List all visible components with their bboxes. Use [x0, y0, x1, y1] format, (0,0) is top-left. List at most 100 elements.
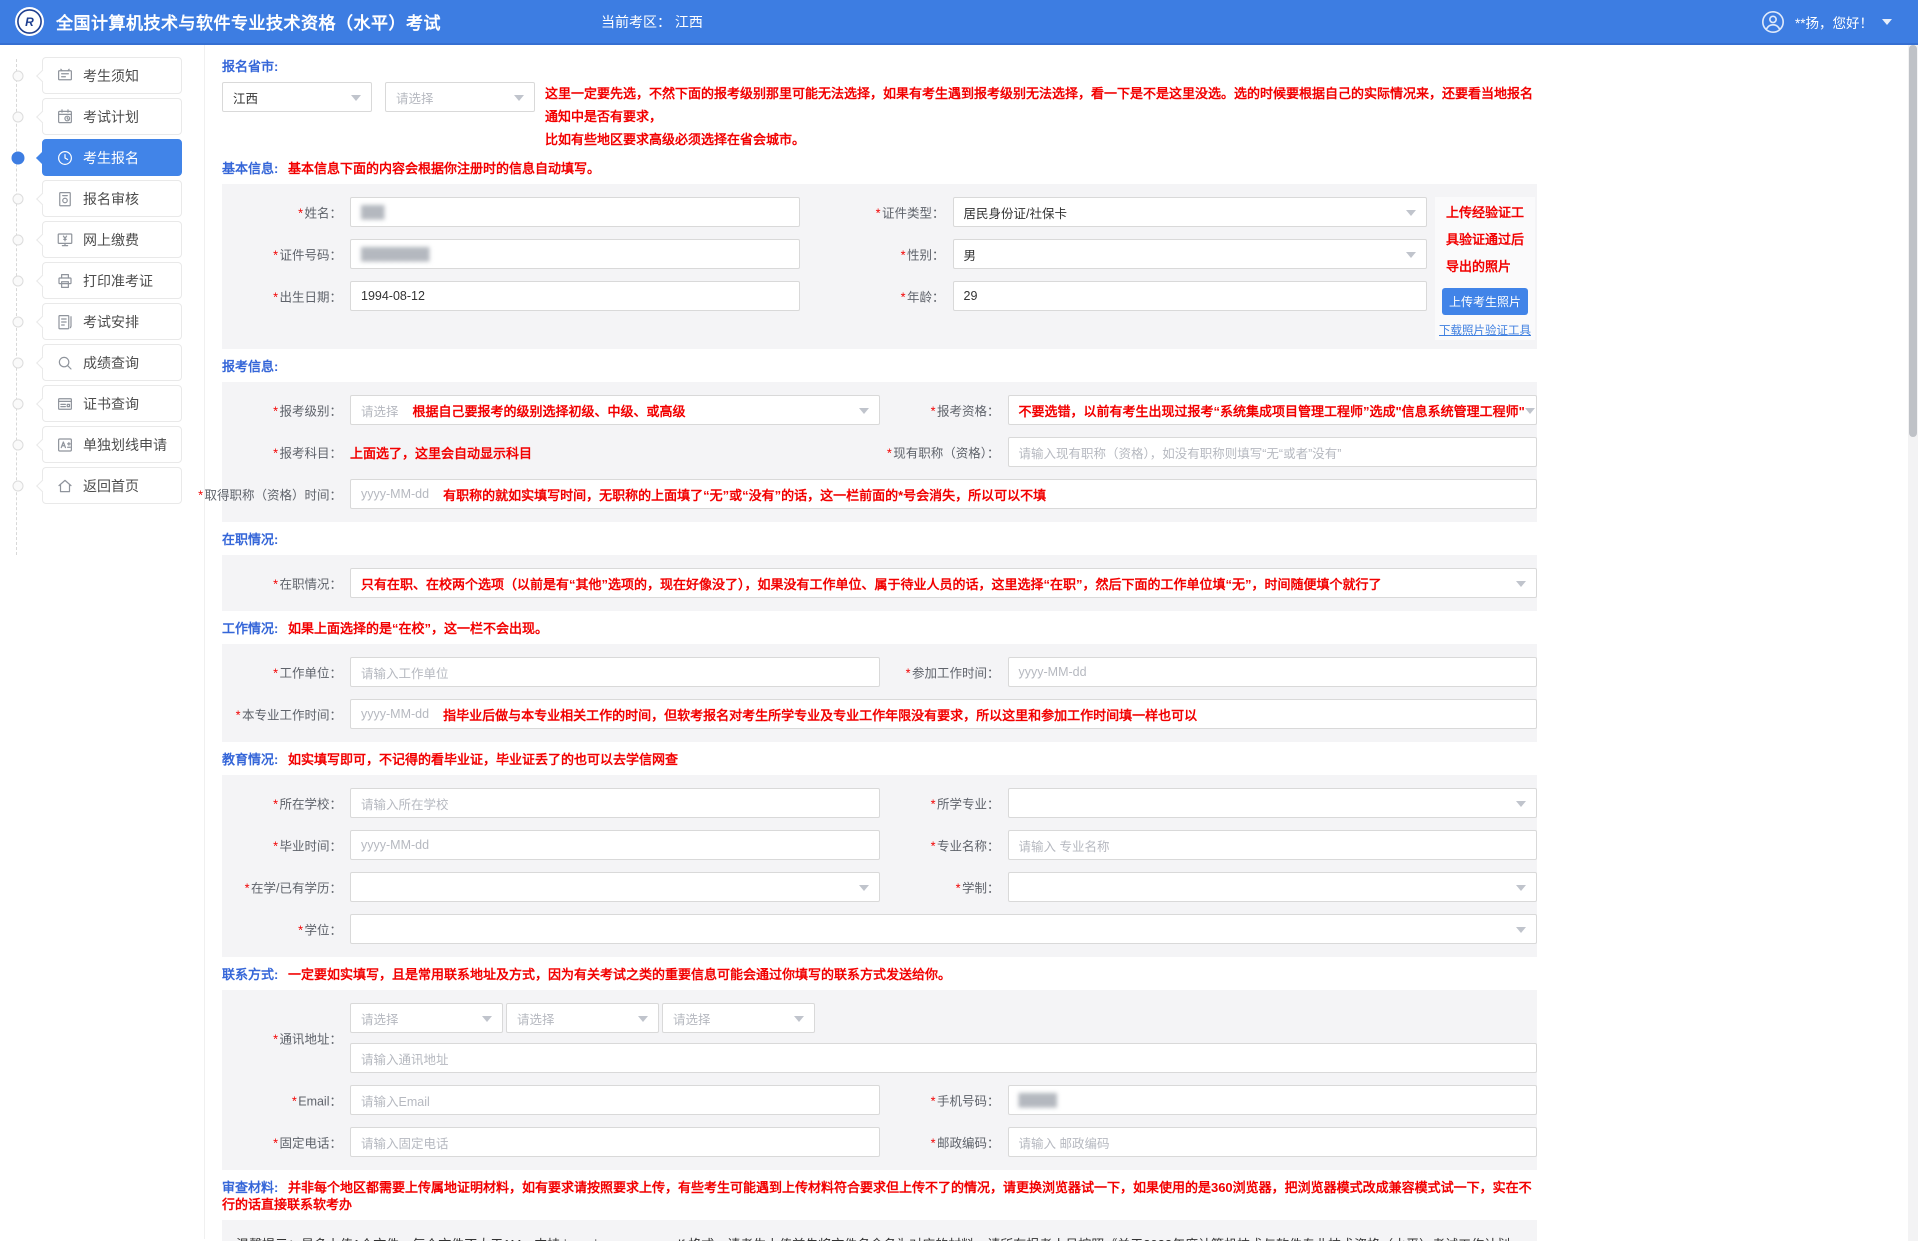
photo-upload-area: 上传经验证工 具验证通过后 导出的照片 上传考生照片 下载照片验证工具: [1435, 197, 1535, 340]
upload-tips-text: 温馨提示：最多上传1个文件，每个文件不大于1M，支持 jpg、jpeg、png、…: [236, 1233, 1520, 1241]
apply-level-select[interactable]: 请选择 根据自己要报考的级别选择初级、中级、或高级: [350, 395, 880, 425]
city-select[interactable]: 请选择: [385, 82, 535, 112]
address-detail-input[interactable]: 请输入通讯地址: [350, 1043, 1537, 1073]
mobile-input[interactable]: █████: [1008, 1085, 1538, 1115]
employment-status-select[interactable]: 只有在职、在校两个选项（以前是有“其他”选项的，现在好像没了），如果没有工作单位…: [350, 568, 1537, 598]
sidebar-item-label: 报名审核: [83, 189, 139, 209]
section-heading-contact: 联系方式:: [222, 967, 278, 982]
section-heading-employment: 在职情况:: [222, 532, 278, 547]
sidebar-item-score-query[interactable]: 成绩查询: [42, 344, 182, 381]
masked-name-value: ███: [361, 205, 384, 219]
work-start-input[interactable]: yyyy-MM-dd: [1008, 657, 1538, 687]
sidebar-item-exam-plan[interactable]: 考试计划: [42, 98, 182, 135]
monitor-yen-icon: [56, 231, 74, 249]
gender-select[interactable]: 男: [953, 239, 1428, 269]
gender-value: 男: [964, 245, 977, 264]
timeline-dot: [13, 111, 24, 122]
sidebar-item-label: 单独划线申请: [83, 435, 167, 455]
timeline-dot: [13, 480, 24, 491]
title-time-input[interactable]: yyyy-MM-dd 有职称的就如实填写时间，无职称的上面填了“无”或“没有”的…: [350, 479, 1537, 509]
zipcode-label: 邮政编码：: [937, 1137, 1000, 1151]
chevron-down-icon: [1516, 581, 1526, 592]
sidebar-item-print-admission[interactable]: 打印准考证: [42, 262, 182, 299]
sidebar-item-separate-line-application[interactable]: 单独划线申请: [42, 426, 182, 463]
work-panel: *工作单位： 请输入工作单位 *参加工作时间： yyyy-MM-dd *本专业工…: [222, 644, 1537, 742]
zipcode-placeholder: 请输入 邮政编码: [1019, 1133, 1110, 1152]
id-type-value: 居民身份证/社保卡: [964, 203, 1067, 222]
city-select-placeholder: 请选择: [396, 88, 434, 107]
work-section-note: 如果上面选择的是“在校”，这一栏不会出现。: [288, 621, 548, 636]
scrollbar-thumb[interactable]: [1909, 45, 1917, 437]
address-province-select[interactable]: 请选择: [350, 1003, 503, 1033]
telephone-input[interactable]: 请输入固定电话: [350, 1127, 880, 1157]
degree-level-select[interactable]: [350, 872, 880, 902]
address-city-select[interactable]: 请选择: [506, 1003, 659, 1033]
name-label: 姓名：: [304, 207, 342, 221]
degree-select[interactable]: [350, 914, 1537, 944]
name-input[interactable]: ███: [350, 197, 800, 227]
download-photo-tool-link[interactable]: 下载照片验证工具: [1439, 322, 1531, 338]
printer-icon: [56, 272, 74, 290]
sidebar-item-online-payment[interactable]: 网上缴费: [42, 221, 182, 258]
upload-photo-button[interactable]: 上传考生照片: [1442, 288, 1528, 315]
sidebar-item-label: 证书查询: [83, 394, 139, 414]
education-panel: *所在学校： 请输入所在学校 *所学专业： *毕业时间： yyyy-MM-d: [222, 775, 1537, 957]
province-select[interactable]: 江西: [222, 82, 372, 112]
current-title-placeholder: 请输入现有职称（资格），如没有职称则填写“无“或者”没有”: [1019, 443, 1342, 462]
review-material-panel: 温馨提示：最多上传1个文件，每个文件不大于1M，支持 jpg、jpeg、png、…: [222, 1220, 1537, 1241]
age-input[interactable]: 29: [953, 281, 1428, 311]
calendar-clock-icon: [56, 108, 74, 126]
zipcode-input[interactable]: 请输入 邮政编码: [1008, 1127, 1538, 1157]
graduation-time-input[interactable]: yyyy-MM-dd: [350, 830, 880, 860]
major-work-time-input[interactable]: yyyy-MM-dd 指毕业后做与本专业相关工作的时间，但软考报名对考生所学专业…: [350, 699, 1537, 729]
current-title-label: 现有职称（资格）：: [893, 447, 999, 461]
timeline-dot: [13, 275, 24, 286]
timeline-dot: [13, 234, 24, 245]
sidebar-item-certificate-query[interactable]: 证书查询: [42, 385, 182, 422]
address-city-placeholder: 请选择: [517, 1009, 555, 1028]
gender-label: 性别：: [907, 249, 945, 263]
major-category-select[interactable]: [1008, 788, 1538, 818]
contact-section-note: 一定要如实填写，且是常用联系地址及方式，因为有关考试之类的重要信息可能会通过你填…: [288, 967, 951, 982]
chevron-down-icon: [638, 1016, 648, 1027]
school-input[interactable]: 请输入所在学校: [350, 788, 880, 818]
current-title-input[interactable]: 请输入现有职称（资格），如没有职称则填写“无“或者”没有”: [1008, 437, 1538, 467]
employment-status-note: 只有在职、在校两个选项（以前是有“其他”选项的，现在好像没了），如果没有工作单位…: [361, 574, 1382, 593]
major-name-input[interactable]: 请输入 专业名称: [1008, 830, 1538, 860]
age-label: 年龄：: [907, 291, 945, 305]
id-number-input[interactable]: █████████: [350, 239, 800, 269]
school-label: 所在学校：: [279, 798, 342, 812]
document-seal-icon: [56, 190, 74, 208]
chevron-down-icon: [351, 95, 361, 106]
sidebar-item-exam-arrangement[interactable]: 考试安排: [42, 303, 182, 340]
timeline-dot: [13, 316, 24, 327]
apply-level-note: 根据自己要报考的级别选择初级、中级、或高级: [413, 401, 686, 420]
chevron-down-icon: [1516, 885, 1526, 896]
email-label: Email：: [298, 1095, 342, 1109]
school-years-select[interactable]: [1008, 872, 1538, 902]
apply-qualification-select[interactable]: 不要选错，以前有考生出现过报考“系统集成项目管理工程师”选成"信息系统管理工程师…: [1008, 395, 1538, 425]
timeline-dot: [13, 357, 24, 368]
major-name-placeholder: 请输入 专业名称: [1019, 836, 1110, 855]
email-input[interactable]: 请输入Email: [350, 1085, 880, 1115]
birth-date-label: 出生日期：: [279, 291, 342, 305]
employer-input[interactable]: 请输入工作单位: [350, 657, 880, 687]
degree-label: 学位：: [304, 924, 342, 938]
user-menu[interactable]: **扬，您好！: [1760, 9, 1892, 35]
chevron-down-icon: [859, 885, 869, 896]
id-number-label: 证件号码：: [279, 249, 342, 263]
id-type-select[interactable]: 居民身份证/社保卡: [953, 197, 1428, 227]
address-label: 通讯地址：: [279, 1033, 342, 1047]
chevron-down-icon: [482, 1016, 492, 1027]
birth-date-input[interactable]: 1994-08-12: [350, 281, 800, 311]
sidebar-item-exam-notice[interactable]: 考生须知: [42, 57, 182, 94]
masked-mobile-value: █████: [1019, 1093, 1057, 1107]
sidebar-item-registration[interactable]: 考生报名: [42, 139, 182, 176]
sidebar-item-back-home[interactable]: 返回首页: [42, 467, 182, 504]
id-type-label: 证件类型：: [882, 207, 945, 221]
telephone-label: 固定电话：: [279, 1137, 342, 1151]
work-start-label: 参加工作时间：: [912, 667, 1000, 681]
section-heading-review: 审查材料:: [222, 1180, 278, 1195]
sidebar-item-registration-review[interactable]: 报名审核: [42, 180, 182, 217]
address-district-select[interactable]: 请选择: [662, 1003, 815, 1033]
